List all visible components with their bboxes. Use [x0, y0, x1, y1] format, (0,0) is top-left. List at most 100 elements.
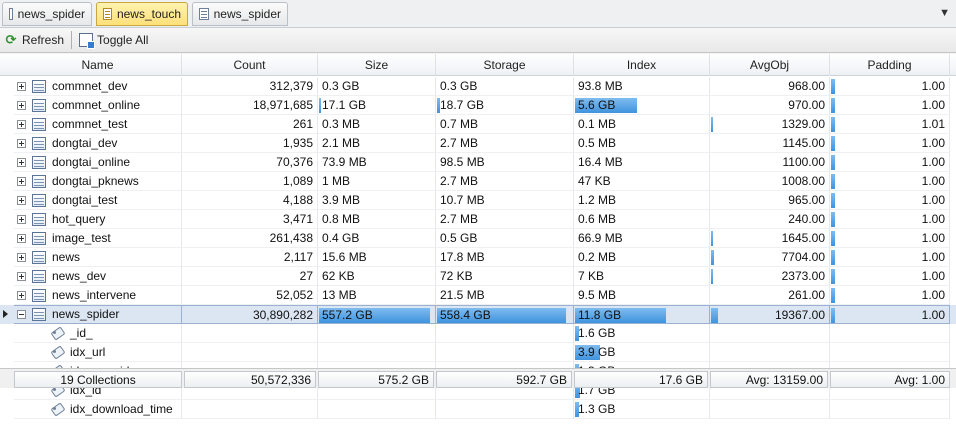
collection-icon — [32, 137, 46, 150]
cell-text: 15.6 MB — [322, 250, 367, 264]
cell-padding: 1.00 — [830, 96, 950, 115]
table-row[interactable]: news 2,117 15.6 MB 17.8 MB 0.2 MB 7704.00 1.00 — [0, 248, 956, 267]
collection-icon — [32, 175, 46, 188]
cell-text: 557.2 GB — [322, 308, 373, 322]
cell-avgobj-empty — [710, 324, 830, 343]
cell-padding: 1.00 — [830, 153, 950, 172]
col-header-storage[interactable]: Storage — [436, 54, 574, 76]
cell-avgobj: 2373.00 — [710, 267, 830, 286]
index-name: idx_download_time — [70, 402, 173, 416]
collection-name: news — [52, 250, 81, 264]
cell-storage-empty — [436, 343, 574, 362]
collection-icon — [32, 194, 46, 207]
cell-size-empty — [318, 400, 436, 419]
cell-size: 0.8 MB — [318, 210, 436, 229]
cell-text: 1,935 — [282, 136, 313, 150]
tab-list-dropdown-icon[interactable]: ▼ — [939, 7, 950, 19]
table-row[interactable]: hot_query 3,471 0.8 MB 2.7 MB 0.6 MB 240.00 1.… — [0, 210, 956, 229]
table-row[interactable]: commnet_online 18,971,685 17.1 GB 18.7 GB 5.… — [0, 96, 956, 115]
cell-padding: 1.00 — [830, 229, 950, 248]
cell-text: 1645.00 — [781, 231, 825, 245]
tab-news-spider-1[interactable]: news_spider — [2, 2, 92, 26]
cell-text: 18.7 GB — [440, 98, 485, 112]
cell-storage-empty — [436, 324, 574, 343]
cell-count: 312,379 — [182, 77, 318, 96]
cell-text: 970.00 — [788, 98, 825, 112]
table-row[interactable]: news_spider 30,890,282 557.2 GB 558.4 GB 11.… — [0, 305, 956, 324]
col-header-index[interactable]: Index — [574, 54, 710, 76]
col-header-count[interactable]: Count — [182, 54, 318, 76]
value-bar — [831, 98, 835, 113]
collection-name: commnet_test — [52, 117, 128, 131]
cell-count: 52,052 — [182, 286, 318, 305]
col-header-size[interactable]: Size — [318, 54, 436, 76]
cell-text: 10.7 MB — [440, 193, 485, 207]
table-row[interactable]: commnet_test 261 0.3 MB 0.7 MB 0.1 MB 1329.00… — [0, 115, 956, 134]
footer-storage: 592.7 GB — [436, 371, 572, 388]
index-name: _id_ — [70, 326, 93, 340]
cell-text: 1.00 — [921, 79, 945, 93]
cell-text: 17.8 MB — [440, 250, 485, 264]
cell-index: 0.1 MB — [574, 115, 710, 134]
refresh-button[interactable]: ⟳ Refresh — [0, 29, 68, 51]
cell-storage: 18.7 GB — [436, 96, 574, 115]
table-row[interactable]: dongtai_pknews 1,089 1 MB 2.7 MB 47 KB 1008.0… — [0, 172, 956, 191]
cell-size: 17.1 GB — [318, 96, 436, 115]
table-row[interactable]: news_dev 27 62 KB 72 KB 7 KB 2373.00 1.00 — [0, 267, 956, 286]
value-bar — [711, 117, 713, 132]
col-header-padding[interactable]: Padding — [830, 54, 950, 76]
cell-index: 1.6 GB — [574, 324, 710, 343]
index-row[interactable]: _id_ 1.6 GB — [0, 324, 956, 343]
table-icon — [9, 8, 13, 20]
col-header-avgobj[interactable]: AvgObj — [710, 54, 830, 76]
collection-icon — [32, 213, 46, 226]
value-bar — [319, 98, 321, 113]
table-row[interactable]: news_intervene 52,052 13 MB 21.5 MB 9.5 MB 26… — [0, 286, 956, 305]
collection-name: hot_query — [52, 212, 106, 226]
cell-text: 3.9 MB — [322, 193, 361, 207]
toggle-all-button[interactable]: Toggle All — [75, 29, 152, 51]
cell-padding: 1.00 — [830, 172, 950, 191]
cell-text: 72 KB — [440, 269, 473, 283]
cell-text: 7704.00 — [781, 250, 825, 264]
collection-icon — [32, 270, 46, 283]
cell-count: 261,438 — [182, 229, 318, 248]
table-row[interactable]: dongtai_test 4,188 3.9 MB 10.7 MB 1.2 MB 965.… — [0, 191, 956, 210]
tab-news-spider-2[interactable]: news_spider — [192, 2, 288, 26]
tab-news-touch[interactable]: news_touch — [96, 2, 188, 26]
index-row[interactable]: idx_url 3.9 GB — [0, 343, 956, 362]
value-bar — [831, 269, 835, 284]
cell-index: 0.6 MB — [574, 210, 710, 229]
cell-text: 2.7 MB — [440, 136, 479, 150]
cell-text: 30,890,282 — [252, 308, 313, 322]
cell-text: 16.4 MB — [578, 155, 623, 169]
collection-icon — [32, 99, 46, 112]
cell-index: 7 KB — [574, 267, 710, 286]
index-row[interactable]: idx_download_time 1.3 GB — [0, 400, 956, 419]
cell-size: 0.4 GB — [318, 229, 436, 248]
cell-avgobj: 1100.00 — [710, 153, 830, 172]
table-row[interactable]: image_test 261,438 0.4 GB 0.5 GB 66.9 MB 1645… — [0, 229, 956, 248]
tab-bar: news_spider news_touch news_spider ▼ — [0, 0, 956, 28]
cell-count-empty — [182, 400, 318, 419]
cell-storage-empty — [436, 400, 574, 419]
cell-avgobj: 1008.00 — [710, 172, 830, 191]
cell-text: 27 — [299, 269, 313, 283]
cell-padding: 1.00 — [830, 77, 950, 96]
cell-avgobj: 19367.00 — [710, 305, 830, 324]
cell-text: 1329.00 — [781, 117, 825, 131]
cell-padding: 1.00 — [830, 248, 950, 267]
table-row[interactable]: dongtai_dev 1,935 2.1 MB 2.7 MB 0.5 MB 1145.0… — [0, 134, 956, 153]
value-bar — [831, 79, 835, 94]
cell-padding: 1.00 — [830, 267, 950, 286]
value-bar — [831, 117, 835, 132]
cell-text: 1,089 — [282, 174, 313, 188]
cell-text: 19367.00 — [774, 308, 825, 322]
cell-text: 0.5 GB — [440, 231, 478, 245]
table-row[interactable]: commnet_dev 312,379 0.3 GB 0.3 GB 93.8 MB 968… — [0, 77, 956, 96]
cell-size: 13 MB — [318, 286, 436, 305]
table-row[interactable]: dongtai_online 70,376 73.9 MB 98.5 MB 16.4 M… — [0, 153, 956, 172]
index-key-icon — [50, 327, 64, 340]
col-header-name[interactable]: Name — [14, 54, 182, 76]
collection-name: dongtai_dev — [52, 136, 118, 150]
